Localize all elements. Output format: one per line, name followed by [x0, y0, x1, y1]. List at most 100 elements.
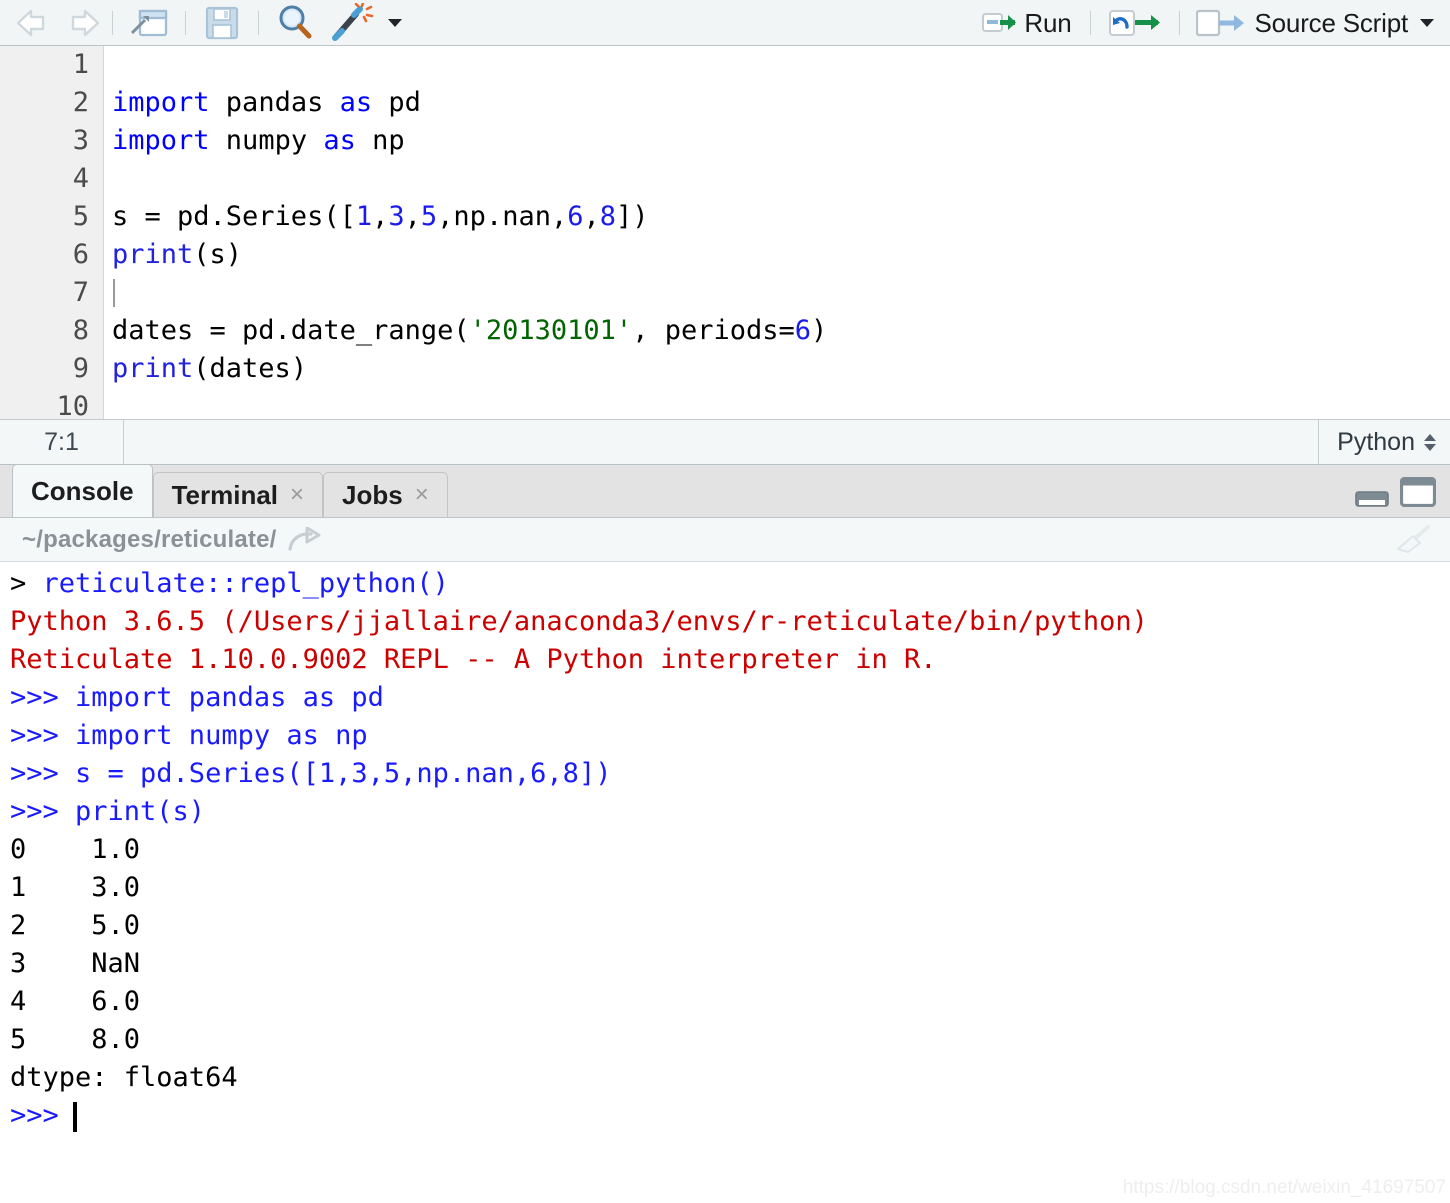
language-selector[interactable]: Python	[1318, 420, 1450, 464]
console-text: reticulate::repl_python()	[43, 568, 449, 599]
maximize-pane-icon[interactable]	[1400, 477, 1436, 512]
pane-controls	[1355, 477, 1436, 512]
line-number: 3	[73, 122, 89, 160]
code-token: ,	[405, 201, 421, 232]
cursor-position-indicator[interactable]: 7:1	[0, 420, 124, 464]
console-line: >>> print(s)	[10, 793, 205, 831]
console-text: >	[10, 568, 43, 599]
code-tools-chevron-down-icon[interactable]	[388, 19, 402, 27]
code-token: np	[356, 125, 405, 156]
code-token: , periods=	[632, 315, 795, 346]
run-button[interactable]: Run	[978, 8, 1075, 39]
line-number: 1	[73, 46, 89, 84]
nav-buttons-group	[14, 6, 102, 40]
console-output-area[interactable]: >>>dtype: float645 8.04 6.03 NaN2 5.01 3…	[0, 562, 1450, 1203]
code-line: import numpy as np	[112, 122, 405, 160]
console-working-directory[interactable]: ~/packages/reticulate/	[22, 526, 277, 554]
toolbar-separator	[258, 11, 259, 35]
close-icon[interactable]: ×	[290, 483, 304, 507]
editor-gutter: 12345678910	[0, 46, 104, 419]
code-token: )	[811, 315, 827, 346]
code-token: print	[112, 239, 193, 270]
console-text: >>> import numpy as np	[10, 720, 368, 751]
tab-label: Console	[31, 476, 134, 507]
code-token: 5	[421, 201, 437, 232]
line-number: 8	[73, 312, 89, 350]
code-token: print	[112, 353, 193, 384]
line-number: 7	[73, 274, 89, 312]
editor-text-cursor	[113, 279, 115, 307]
code-token: 1	[356, 201, 372, 232]
code-line: import pandas as pd	[112, 84, 421, 122]
toolbar-separator	[112, 11, 113, 35]
console-text-cursor	[73, 1102, 77, 1132]
line-number: 4	[73, 160, 89, 198]
tab-jobs[interactable]: Jobs ×	[323, 472, 448, 517]
code-token: ,np.nan,	[437, 201, 567, 232]
line-number: 10	[56, 388, 89, 419]
open-in-new-window-icon[interactable]	[287, 527, 321, 553]
source-editor-toolbar: Run Source Script	[0, 0, 1450, 46]
clear-console-broom-icon[interactable]	[1392, 525, 1432, 555]
code-token: 6	[795, 315, 811, 346]
console-text: 1 3.0	[10, 872, 140, 903]
console-text: 3 NaN	[10, 948, 140, 979]
code-token: s = pd.Series([	[112, 201, 356, 232]
minimize-pane-icon[interactable]	[1355, 485, 1389, 512]
code-token: pd	[372, 87, 421, 118]
rerun-button[interactable]	[1105, 9, 1165, 37]
close-icon[interactable]: ×	[415, 483, 429, 507]
console-text: >>>	[10, 1100, 59, 1131]
code-tools-icon[interactable]	[326, 3, 378, 43]
console-text: 2 5.0	[10, 910, 140, 941]
code-token: ,	[372, 201, 388, 232]
source-chevron-down-icon[interactable]	[1420, 19, 1434, 27]
code-token: dates = pd.date_range(	[112, 315, 470, 346]
source-script-button[interactable]: Source Script	[1194, 8, 1410, 39]
line-number: 2	[73, 84, 89, 122]
forward-arrow-icon[interactable]	[58, 6, 102, 40]
run-label: Run	[1024, 8, 1071, 39]
console-path-bar: ~/packages/reticulate/	[0, 518, 1450, 562]
console-line: >>> s = pd.Series([1,3,5,np.nan,6,8])	[10, 755, 611, 793]
line-number: 6	[73, 236, 89, 274]
console-line: >>>	[10, 1097, 59, 1135]
console-text: >>> print(s)	[10, 796, 205, 827]
console-text: 0 1.0	[10, 834, 140, 865]
console-text: Reticulate 1.10.0.9002 REPL -- A Python …	[10, 644, 937, 675]
console-text: dtype: float64	[10, 1062, 238, 1093]
code-token: import	[112, 125, 210, 156]
save-icon[interactable]	[195, 5, 249, 41]
language-label: Python	[1337, 428, 1415, 457]
run-controls-group: Run Source Script	[978, 0, 1440, 46]
editor-status-bar: 7:1 Python	[0, 419, 1450, 465]
console-text: 4 6.0	[10, 986, 140, 1017]
line-number: 9	[73, 350, 89, 388]
tab-console[interactable]: Console	[12, 464, 153, 517]
source-editor[interactable]: 12345678910 import pandas as pdimport nu…	[0, 46, 1450, 419]
code-token: 3	[388, 201, 404, 232]
code-token: as	[340, 87, 373, 118]
console-text: >>> import pandas as pd	[10, 682, 384, 713]
code-token: (s)	[193, 239, 242, 270]
show-in-new-window-icon[interactable]	[122, 5, 176, 41]
console-tab-bar: Console Terminal × Jobs ×	[0, 465, 1450, 518]
console-line: 2 5.0	[10, 907, 140, 945]
console-line: >>> import numpy as np	[10, 717, 368, 755]
code-token: pandas	[210, 87, 340, 118]
code-token: ,	[583, 201, 599, 232]
tab-label: Terminal	[172, 480, 278, 511]
back-arrow-icon[interactable]	[14, 6, 58, 40]
tabs-host: Console Terminal × Jobs ×	[12, 464, 448, 517]
toolbar-separator	[1179, 11, 1180, 35]
find-replace-icon[interactable]	[268, 3, 322, 43]
code-token: 8	[600, 201, 616, 232]
tab-terminal[interactable]: Terminal ×	[153, 472, 323, 517]
console-line: >>> import pandas as pd	[10, 679, 384, 717]
editor-code-area[interactable]: import pandas as pdimport numpy as nps =…	[112, 46, 1450, 419]
code-token: 6	[567, 201, 583, 232]
code-token: ])	[616, 201, 649, 232]
tab-label: Jobs	[342, 480, 403, 511]
console-text: >>> s = pd.Series([1,3,5,np.nan,6,8])	[10, 758, 611, 789]
console-line: 3 NaN	[10, 945, 140, 983]
